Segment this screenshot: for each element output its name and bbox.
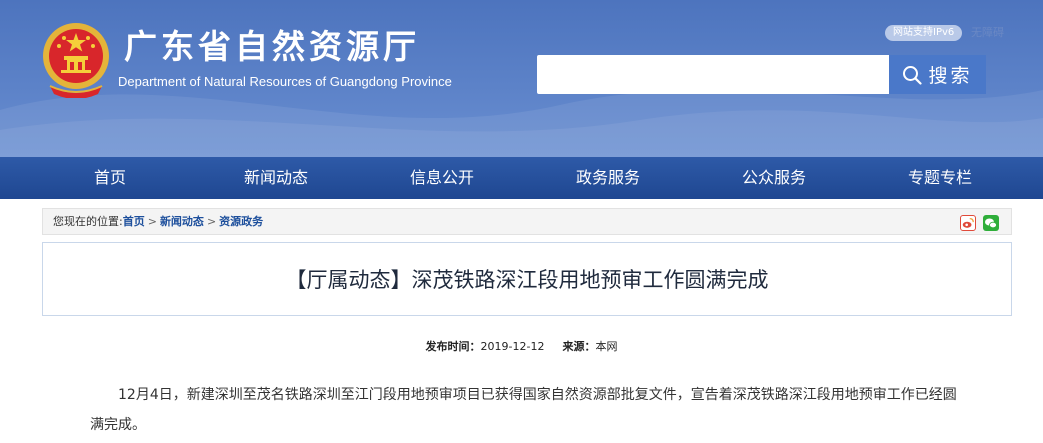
nav-item-news[interactable]: 新闻动态 (244, 157, 308, 199)
national-emblem-icon (43, 23, 109, 98)
nav-item-services[interactable]: 政务服务 (576, 157, 640, 199)
breadcrumb-bar: 您现在的位置:首页 > 新闻动态 > 资源政务 (42, 208, 1012, 235)
breadcrumb-news[interactable]: 新闻动态 (160, 215, 204, 228)
search-button[interactable]: 搜索 (889, 55, 986, 94)
ipv6-badge: 网站支持IPv6 (885, 25, 963, 41)
nav-item-public[interactable]: 公众服务 (742, 157, 806, 199)
breadcrumb-separator: > (147, 215, 157, 228)
nav-item-home[interactable]: 首页 (94, 157, 126, 199)
nav-item-disclosure[interactable]: 信息公开 (410, 157, 474, 199)
source-value: 本网 (595, 340, 618, 353)
breadcrumb-prefix: 您现在的位置: (53, 215, 123, 228)
article-title-box: 【厅属动态】深茂铁路深江段用地预审工作圆满完成 (42, 242, 1012, 316)
publish-date: 2019-12-12 (480, 340, 545, 353)
search-input[interactable] (537, 55, 889, 94)
wechat-share-icon[interactable] (983, 215, 999, 231)
article-title: 【厅属动态】深茂铁路深江段用地预审工作圆满完成 (285, 268, 769, 292)
article-meta: 发布时间：2019-12-12 来源：本网 (0, 338, 1043, 354)
site-header: 广东省自然资源厅 Department of Natural Resources… (0, 0, 1043, 157)
breadcrumb-separator: > (206, 215, 217, 228)
accessibility-link[interactable]: 无障碍 (971, 25, 1004, 41)
source-label: 来源： (562, 340, 596, 353)
breadcrumb-resource-affairs[interactable]: 资源政务 (219, 215, 263, 228)
site-title-en: Department of Natural Resources of Guang… (118, 74, 452, 89)
publish-label: 发布时间： (425, 340, 481, 353)
article-paragraph: 12月4日，新建深圳至茂名铁路深圳至江门段用地预审项目已获得国家自然资源部批复文… (90, 387, 957, 433)
search-button-label: 搜索 (928, 65, 973, 87)
site-title-cn: 广东省自然资源厅 (124, 27, 420, 66)
search-icon (903, 65, 923, 85)
weibo-share-icon[interactable] (960, 215, 976, 231)
nav-item-topics[interactable]: 专题专栏 (908, 157, 972, 199)
breadcrumb-home[interactable]: 首页 (123, 215, 145, 228)
main-nav: 首页 新闻动态 信息公开 政务服务 公众服务 专题专栏 (0, 157, 1043, 199)
breadcrumb: 您现在的位置:首页 > 新闻动态 > 资源政务 (53, 209, 263, 234)
